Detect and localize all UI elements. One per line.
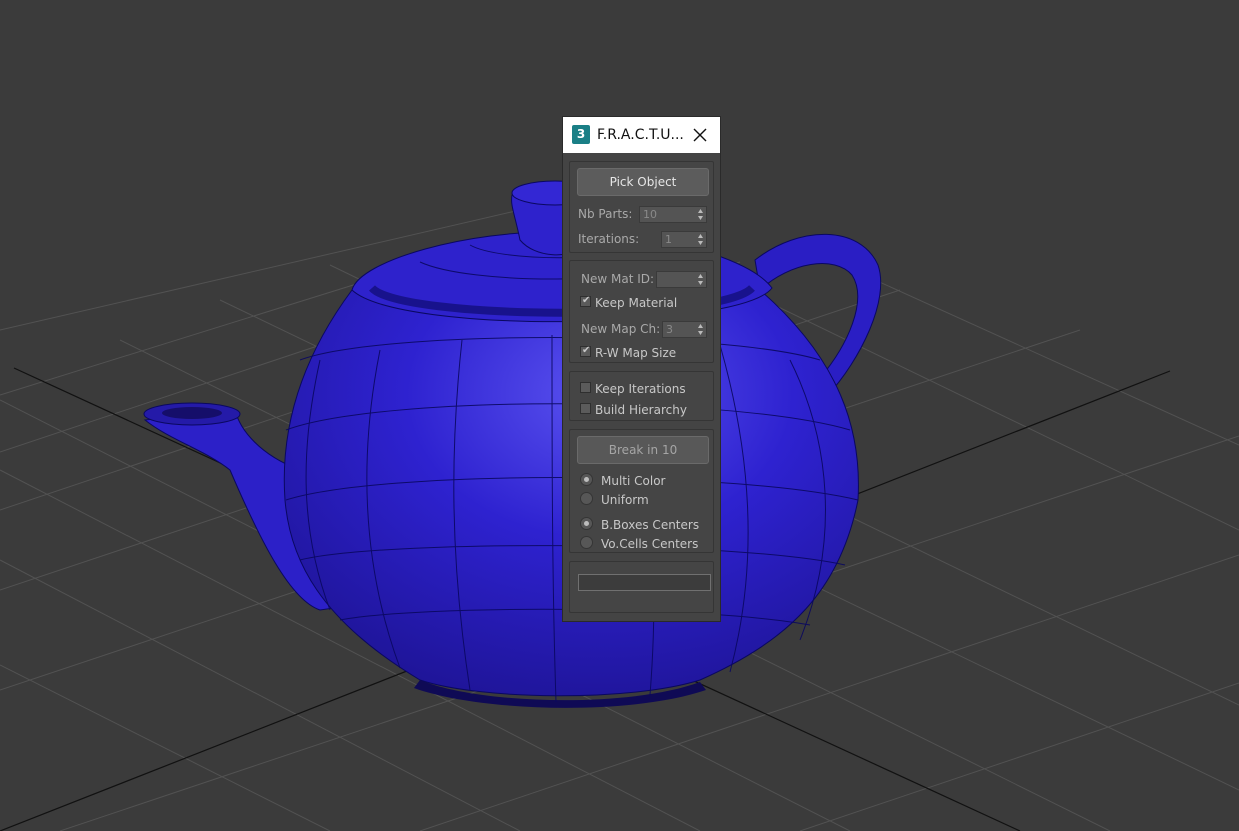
dialog-title: F.R.A.C.T.U... bbox=[597, 127, 684, 143]
break-group: Break in 10 Multi Color Uniform B.Boxes … bbox=[569, 429, 714, 553]
rw-map-size-checkbox[interactable]: ✔ bbox=[580, 345, 591, 357]
options-group: Keep Iterations Build Hierarchy bbox=[569, 371, 714, 421]
radio-selected-dot bbox=[584, 521, 589, 526]
iterations-value: 1 bbox=[665, 233, 672, 246]
rw-map-size-label: R-W Map Size bbox=[595, 346, 677, 360]
uniform-label: Uniform bbox=[601, 493, 649, 507]
spinner-arrows-icon[interactable] bbox=[697, 272, 704, 287]
new-map-ch-spinner[interactable]: 3 bbox=[662, 321, 707, 338]
build-hierarchy-label: Build Hierarchy bbox=[595, 403, 687, 417]
multi-color-label: Multi Color bbox=[601, 474, 666, 488]
nb-parts-label: Nb Parts: bbox=[578, 207, 633, 221]
spinner-arrows-icon[interactable] bbox=[697, 322, 704, 337]
iterations-label: Iterations: bbox=[578, 232, 640, 246]
keep-iterations-checkbox[interactable] bbox=[580, 382, 591, 393]
new-map-ch-value: 3 bbox=[666, 323, 673, 336]
keep-material-checkbox[interactable]: ✔ bbox=[580, 295, 591, 307]
radio-vocells-centers[interactable] bbox=[580, 536, 593, 549]
vocells-centers-label: Vo.Cells Centers bbox=[601, 537, 699, 551]
nb-parts-spinner[interactable]: 10 bbox=[639, 206, 707, 223]
build-hierarchy-checkbox[interactable] bbox=[580, 403, 591, 414]
bboxes-centers-label: B.Boxes Centers bbox=[601, 518, 700, 532]
spinner-arrows-icon[interactable] bbox=[697, 232, 704, 247]
radio-selected-dot bbox=[584, 477, 589, 482]
progress-group bbox=[569, 561, 714, 613]
radio-uniform[interactable] bbox=[580, 492, 593, 505]
pick-group: Pick Object Nb Parts: 10 Iterations: 1 bbox=[569, 161, 714, 253]
radio-bboxes-centers[interactable] bbox=[580, 517, 593, 530]
checkmark-icon: ✔ bbox=[582, 295, 591, 306]
fracture-dialog: 3 F.R.A.C.T.U... Pick Object Nb Parts: 1… bbox=[562, 116, 721, 622]
close-icon bbox=[693, 128, 707, 142]
dialog-titlebar[interactable]: 3 F.R.A.C.T.U... bbox=[563, 117, 720, 153]
new-map-ch-label: New Map Ch: bbox=[581, 322, 661, 336]
app-icon: 3 bbox=[572, 125, 590, 144]
checkmark-icon: ✔ bbox=[582, 345, 591, 356]
progress-bar bbox=[578, 574, 711, 591]
material-group: New Mat ID: ✔ Keep Material New Map Ch: … bbox=[569, 260, 714, 363]
keep-iterations-label: Keep Iterations bbox=[595, 382, 686, 396]
break-button[interactable]: Break in 10 bbox=[577, 436, 709, 464]
pick-object-button[interactable]: Pick Object bbox=[577, 168, 709, 196]
iterations-spinner[interactable]: 1 bbox=[661, 231, 707, 248]
keep-material-label: Keep Material bbox=[595, 296, 678, 310]
close-button[interactable] bbox=[690, 125, 710, 145]
radio-multi-color[interactable] bbox=[580, 473, 593, 486]
new-mat-id-label: New Mat ID: bbox=[581, 272, 655, 286]
nb-parts-value: 10 bbox=[643, 208, 657, 221]
spinner-arrows-icon[interactable] bbox=[697, 207, 704, 222]
new-mat-id-spinner[interactable] bbox=[656, 271, 707, 288]
